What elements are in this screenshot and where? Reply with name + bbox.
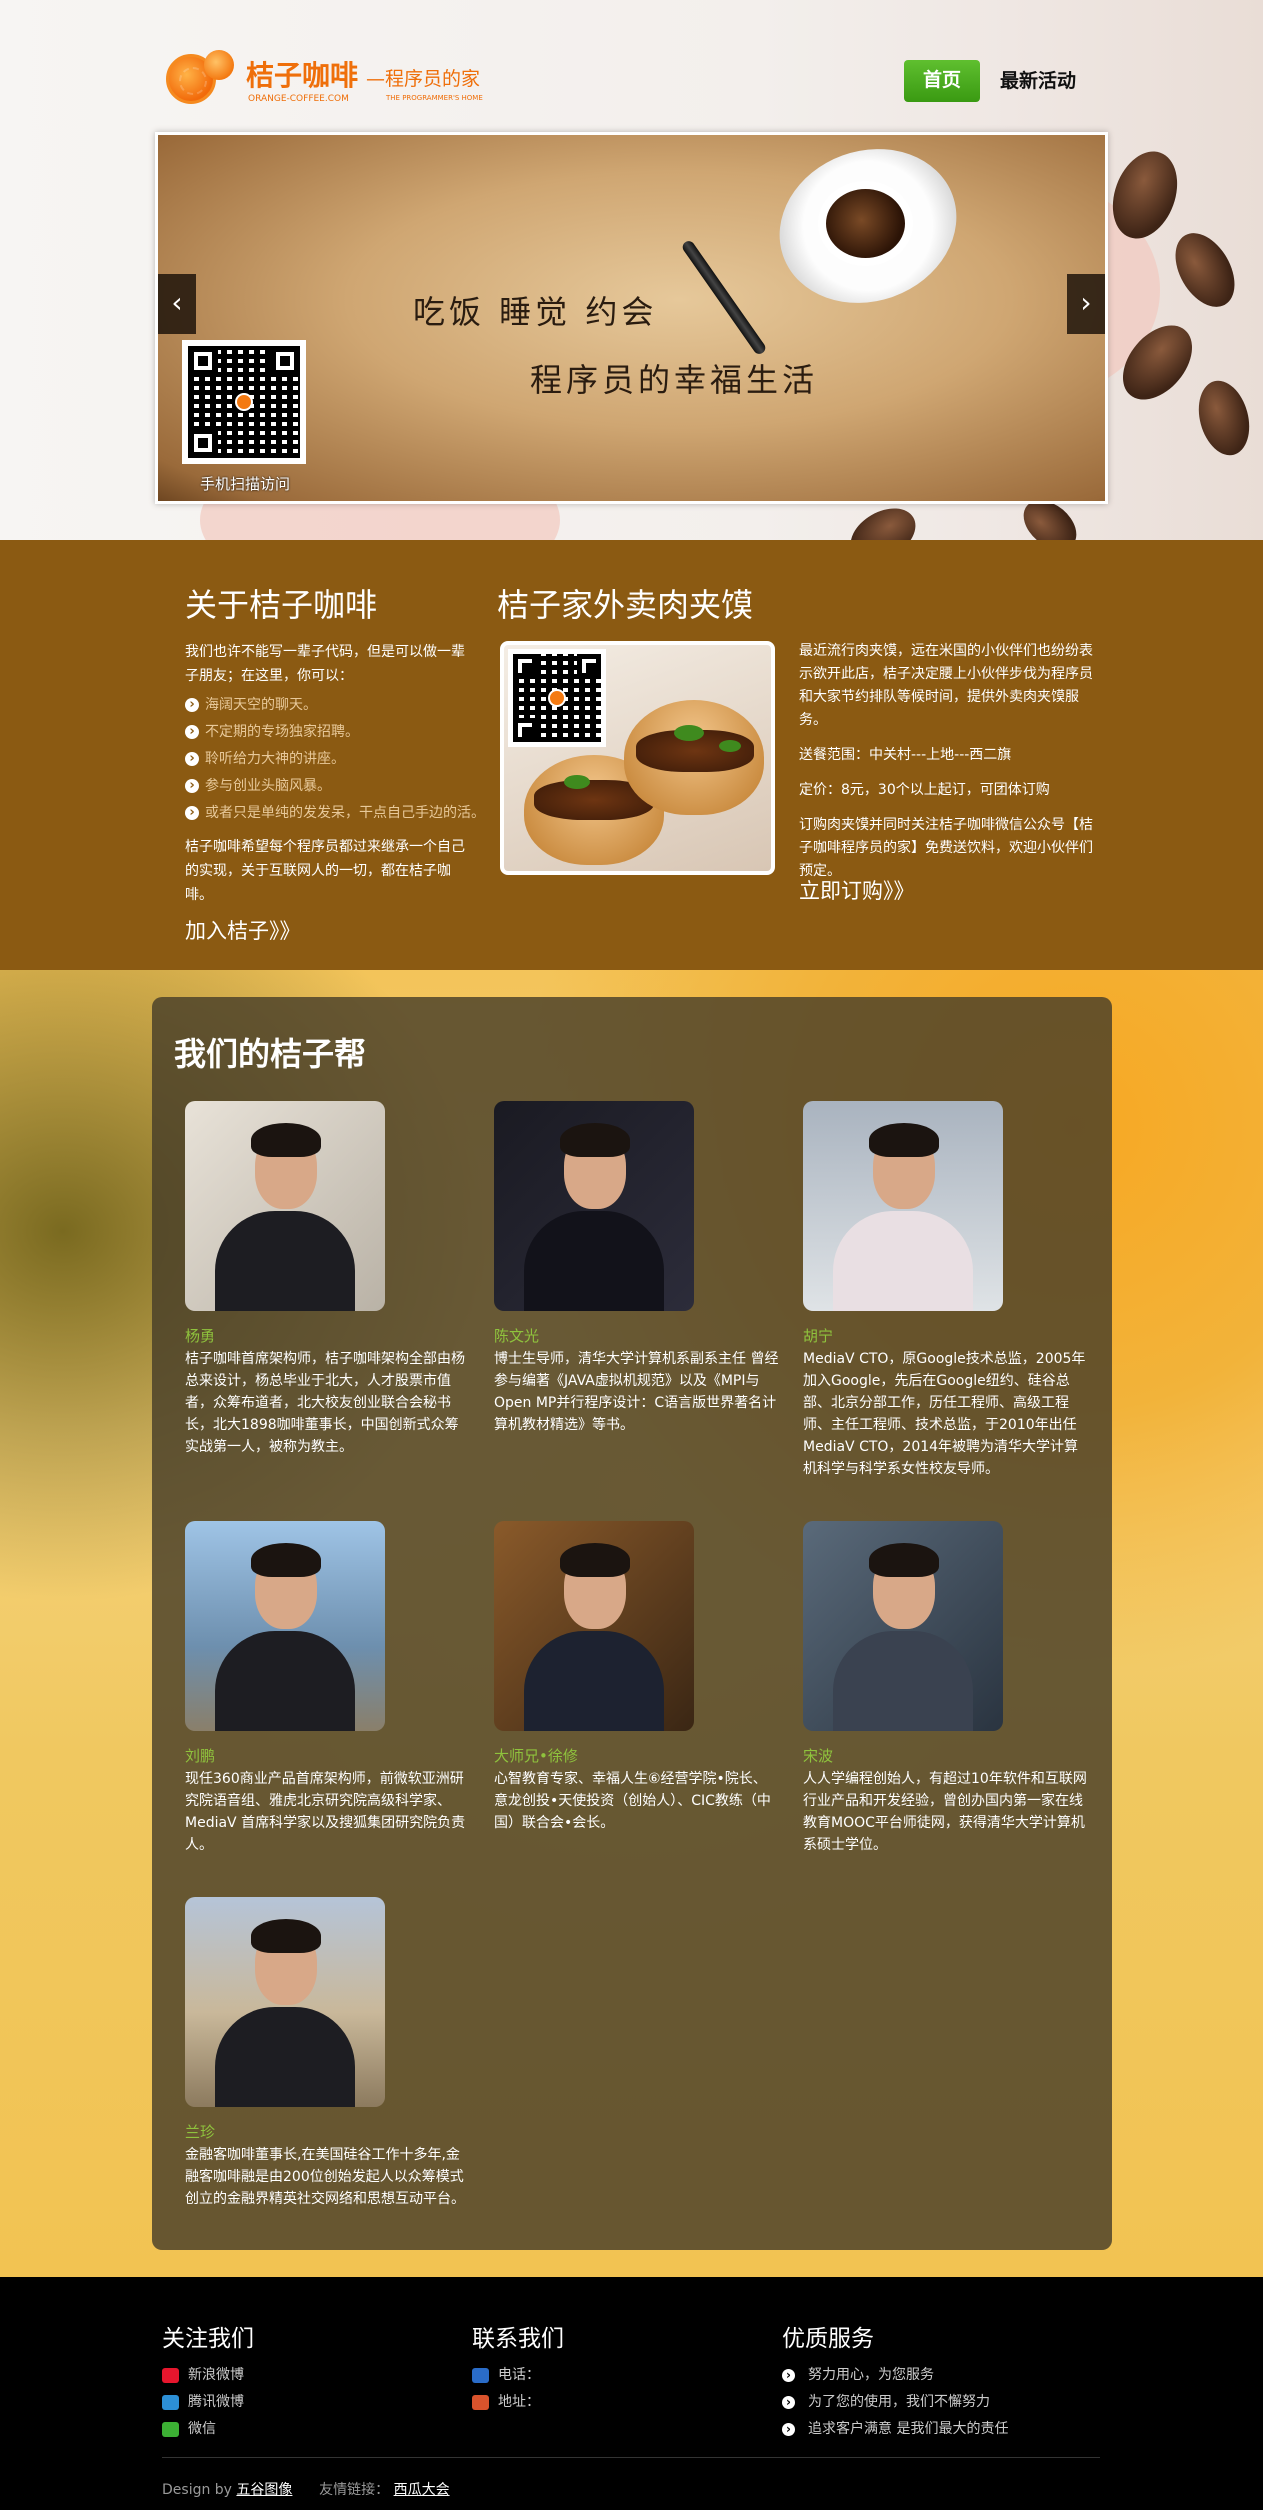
footer-service-list: › 努力用心，为您服务 › 为了您的使用，我们不懈努力 › 追求客户满意 是我们最大的… [782,2362,1008,2443]
team-title: 我们的桔子帮 [174,1035,367,1073]
member-name: 杨勇 [185,1327,216,1345]
footer-phone: 电话： [472,2362,540,2389]
footer: 关注我们 新浪微博 腾讯微博 微信 联系我们 电话： 地址： 优质服务 › 努力用… [0,2277,1263,2510]
list-item: 参与创业头脑风暴。 [185,773,485,800]
about-intro: 我们也许不能写一辈子代码，但是可以做一辈子朋友；在这里，你可以： [185,644,465,684]
coffee-cup-image [757,135,979,328]
banner-line-2: 程序员的幸福生活 [530,361,819,399]
team-panel: 我们的桔子帮 杨勇 桔子咖啡首席架构师，桔子咖啡架构全部由杨总来设计，杨总毕业于… [152,997,1112,2250]
member-photo [494,1101,694,1311]
footer-contact-title: 联系我们 [472,2326,564,2352]
nav-events-link[interactable]: 最新活动 [1000,60,1076,102]
banner-slider: 吃饭 睡觉 约会 程序员的幸福生活 手机扫描访问 ‹ › [155,132,1108,504]
member-name: 大师兄•徐修 [494,1747,578,1765]
coffee-bean-image [1190,375,1258,461]
member-photo [185,1897,385,2107]
friend-links-label: 友情链接： [319,2482,390,2498]
coffee-bean-image [1163,222,1247,318]
list-item: 不定期的专场独家招聘。 [185,719,485,746]
list-item: 聆听给力大神的讲座。 [185,746,485,773]
chevron-right-icon: › [782,2369,795,2382]
orange-logo-icon [204,50,234,80]
logo-tagline: THE PROGRAMMER'S HOME [386,94,483,102]
food-description: 最近流行肉夹馍，远在米国的小伙伴们也纷纷表示欲开此店，桔子决定腰上小伙伴步伐为程… [799,640,1099,895]
qr-code-image [508,649,606,747]
about-title: 关于桔子咖啡 [185,586,378,624]
hero: 桔子咖啡 —程序员的家 ORANGE-COFFEE.COM THE PROGRA… [0,0,1263,540]
team-member-card: 胡宁 MediaV CTO，原Google技术总监，2005年加入Google，… [803,1101,1088,1480]
footer-divider [162,2457,1100,2458]
tencent-weibo-icon [162,2395,179,2410]
team-member-card: 陈文光 博士生导师，清华大学计算机系副系主任 曾经参与编著《JAVA虚拟机规范》… [494,1101,779,1436]
food-paragraph: 订购肉夹馍并同时关注桔子咖啡微信公众号【桔子咖啡程序员的家】免费送饮料，欢迎小伙… [799,817,1093,879]
list-item: 或者只是单纯的发发呆，干点自己手边的活。 [185,800,485,827]
logo-subtitle: —程序员的家 [366,68,481,90]
food-title: 桔子家外卖肉夹馍 [497,586,754,624]
footer-link-wechat[interactable]: 微信 [162,2416,244,2443]
join-link[interactable]: 加入桔子》》 [185,915,301,945]
member-description: 博士生导师，清华大学计算机系副系主任 曾经参与编著《JAVA虚拟机规范》以及《M… [494,1351,779,1433]
location-icon [472,2395,489,2410]
team-member-card: 刘鹏 现任360商业产品首席架构师，前微软亚洲研究院语音组、雅虎北京研究院高级科… [185,1521,470,1856]
footer-service-title: 优质服务 [782,2326,874,2352]
pen-image [680,238,768,357]
list-item: › 努力用心，为您服务 [782,2362,1008,2389]
member-photo [803,1521,1003,1731]
footer-address: 地址： [472,2389,540,2416]
friend-link[interactable]: 西瓜大会 [394,2482,450,2498]
team-member-card: 兰珍 金融客咖啡董事长,在美国硅谷工作十多年,金融客咖啡融是由200位创始发起人… [185,1897,470,2210]
wechat-icon [162,2422,179,2437]
member-description: 现任360商业产品首席架构师，前微软亚洲研究院语音组、雅虎北京研究院高级科学家、… [185,1771,466,1853]
member-name: 胡宁 [803,1327,834,1345]
about-outro: 桔子咖啡希望每个程序员都过来继承一个自己的实现，关于互联网人的一切，都在桔子咖啡… [185,839,465,903]
member-description: 心智教育专家、幸福人生⑥经营学院•院长、意龙创投•天使投资（创始人）、CIC教练… [494,1771,771,1831]
member-description: 金融客咖啡董事长,在美国硅谷工作十多年,金融客咖啡融是由200位创始发起人以众筹… [185,2147,465,2207]
banner-line-1: 吃饭 睡觉 约会 [413,293,658,331]
member-photo [185,1521,385,1731]
phone-icon [472,2368,489,2383]
member-name: 宋波 [803,1747,834,1765]
order-link[interactable]: 立即订购》》 [799,875,915,905]
team-member-card: 杨勇 桔子咖啡首席架构师，桔子咖啡架构全部由杨总来设计，杨总毕业于北大，人才股票… [185,1101,470,1458]
designer-link[interactable]: 五谷图像 [236,2482,292,2498]
member-description: 桔子咖啡首席架构师，桔子咖啡架构全部由杨总来设计，杨总毕业于北大，人才股票市值者… [185,1351,465,1455]
member-name: 刘鹏 [185,1747,216,1765]
footer-follow-title: 关注我们 [162,2326,254,2352]
slider-prev-button[interactable]: ‹ [158,274,196,334]
list-item: › 追求客户满意 是我们最大的责任 [782,2416,1008,2443]
food-paragraph: 送餐范围：中关村---上地---西二旗 [799,747,1012,763]
list-item: › 为了您的使用，我们不懈努力 [782,2389,1008,2416]
slider-next-button[interactable]: › [1067,274,1105,334]
chevron-right-icon: › [782,2423,795,2436]
member-photo [803,1101,1003,1311]
member-description: 人人学编程创始人，有超过10年软件和互联网行业产品和开发经验，曾创办国内第一家在… [803,1771,1087,1853]
team-member-card: 宋波 人人学编程创始人，有超过10年软件和互联网行业产品和开发经验，曾创办国内第… [803,1521,1088,1856]
qr-caption: 手机扫描访问 [200,475,291,493]
food-paragraph: 最近流行肉夹馍，远在米国的小伙伴们也纷纷表示欲开此店，桔子决定腰上小伙伴步伐为程… [799,643,1093,728]
footer-follow-list: 新浪微博 腾讯微博 微信 [162,2362,244,2443]
member-photo [494,1521,694,1731]
logo[interactable]: 桔子咖啡 —程序员的家 ORANGE-COFFEE.COM THE PROGRA… [166,50,496,112]
team-member-card: 大师兄•徐修 心智教育专家、幸福人生⑥经营学院•院长、意龙创投•天使投资（创始人… [494,1521,779,1834]
qr-code-image [182,340,306,464]
footer-credits: Design by 五谷图像 友情链接： 西瓜大会 [162,2479,450,2499]
member-name: 兰珍 [185,2123,216,2141]
footer-link-weibo[interactable]: 新浪微博 [162,2362,244,2389]
food-paragraph: 定价：8元，30个以上起订，可团体订购 [799,782,1050,798]
list-item: 海阔天空的聊天。 [185,692,485,719]
design-by-label: Design by [162,2482,232,2498]
weibo-icon [162,2368,179,2383]
member-name: 陈文光 [494,1327,540,1345]
about-list: 海阔天空的聊天。 不定期的专场独家招聘。 聆听给力大神的讲座。 参与创业头脑风暴… [185,692,485,827]
about-section: 关于桔子咖啡 我们也许不能写一辈子代码，但是可以做一辈子朋友；在这里，你可以： … [0,540,1263,970]
footer-contact-list: 电话： 地址： [472,2362,540,2416]
rougamo-image [500,641,775,875]
logo-domain: ORANGE-COFFEE.COM [248,94,349,104]
logo-title: 桔子咖啡 [246,59,359,92]
nav-home-button[interactable]: 首页 [904,60,980,102]
chevron-right-icon: › [782,2396,795,2409]
member-photo [185,1101,385,1311]
member-description: MediaV CTO，原Google技术总监，2005年加入Google，先后在… [803,1351,1086,1477]
footer-link-tencent-weibo[interactable]: 腾讯微博 [162,2389,244,2416]
